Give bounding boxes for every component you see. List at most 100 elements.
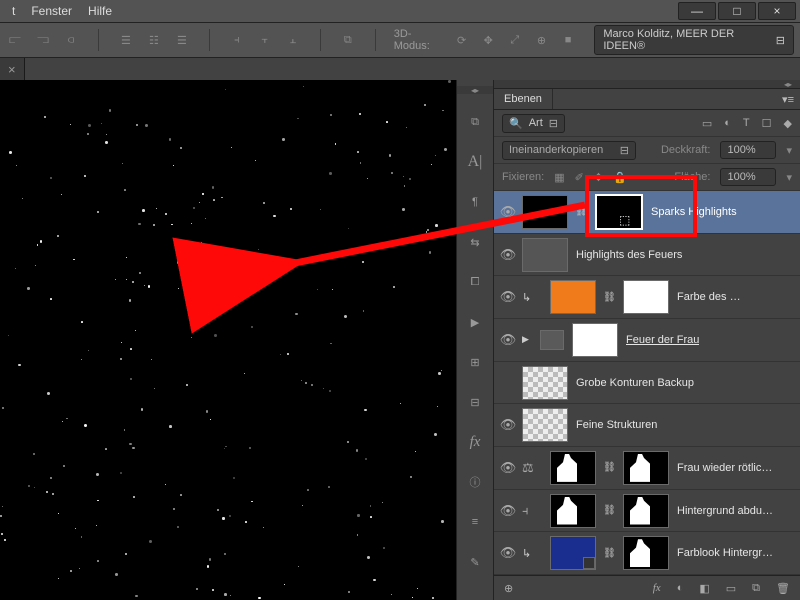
navigator-panel-icon[interactable]: ⧠	[463, 270, 487, 294]
mask-icon[interactable]: ◐	[677, 582, 684, 594]
layer-filter-icons[interactable]: ▭ ◐ T ☐ ◆	[702, 117, 792, 130]
mask-thumbnail[interactable]	[623, 280, 669, 314]
3d-icon[interactable]: ✥	[480, 31, 497, 49]
layer-row[interactable]: 👁 ⛓ ⬚ Sparks Highlights	[494, 191, 800, 234]
mask-thumbnail[interactable]	[623, 494, 669, 528]
layer-thumbnail[interactable]	[522, 366, 568, 400]
layer-thumbnail[interactable]	[522, 195, 568, 229]
delete-layer-icon[interactable]: 🗑	[776, 582, 790, 595]
layer-name[interactable]: Farbe des …	[677, 291, 741, 303]
3d-icon[interactable]: ⟳	[453, 31, 470, 49]
brush-panel-icon[interactable]: ✎	[463, 550, 487, 574]
menu-item[interactable]: t	[4, 4, 23, 18]
mask-link-icon[interactable]: ⛓	[576, 206, 587, 218]
3d-icon[interactable]: ⊕	[533, 31, 550, 49]
layer-row[interactable]: 👁Highlights des Feuers	[494, 234, 800, 277]
filter-type-icon[interactable]: T	[743, 117, 750, 130]
layer-thumbnail[interactable]	[550, 494, 596, 528]
maximize-button[interactable]: □	[718, 2, 756, 20]
layer-name[interactable]: Farblook Hintergr…	[677, 547, 773, 559]
filter-type-icon[interactable]: ▭	[702, 117, 712, 130]
info-panel-icon[interactable]: ⓘ	[463, 470, 487, 494]
panel-tab-layers[interactable]: Ebenen	[494, 89, 553, 109]
distribute-icon[interactable]: ☰	[117, 31, 135, 49]
layer-row[interactable]: 👁⫞⛓Hintergrund abdu…	[494, 490, 800, 533]
canvas[interactable]	[0, 80, 456, 600]
layer-name[interactable]: Hintergrund abdu…	[677, 505, 773, 517]
group-icon[interactable]: ▭	[726, 582, 736, 595]
workspace-selector[interactable]: Marco Kolditz, MEER DER IDEEN®⊟	[594, 25, 794, 55]
layer-thumbnail[interactable]	[550, 536, 596, 570]
align-icon[interactable]: ⫍	[6, 31, 24, 49]
filter-type-icon[interactable]: ☐	[762, 117, 772, 130]
layer-row[interactable]: 👁↳⛓Farblook Hintergr…	[494, 532, 800, 575]
color-panel-icon[interactable]: ⊟	[463, 390, 487, 414]
link-layers-icon[interactable]: ⊕	[504, 582, 513, 595]
layer-name[interactable]: Frau wieder rötlic…	[677, 462, 772, 474]
document-tab[interactable]: ×	[0, 58, 25, 80]
layer-row[interactable]: 👁↳⛓Farbe des …	[494, 276, 800, 319]
3d-icon[interactable]: ■	[560, 31, 577, 49]
layer-filter-type[interactable]: 🔍Art⊟	[502, 114, 565, 133]
paragraph-panel-icon[interactable]: ¶	[463, 190, 487, 214]
collapse-handle[interactable]: ◂▸	[457, 86, 493, 94]
mask-link-icon[interactable]: ⛓	[604, 462, 615, 474]
layer-thumbnail[interactable]	[572, 323, 618, 357]
filter-type-icon[interactable]: ◆	[784, 117, 792, 130]
layer-name[interactable]: Highlights des Feuers	[576, 249, 682, 261]
measurement-panel-icon[interactable]: ⇆	[463, 230, 487, 254]
panel-menu-icon[interactable]: ▾≡	[776, 93, 800, 106]
distribute-icon[interactable]: ☰	[173, 31, 191, 49]
blend-mode-select[interactable]: Ineinanderkopieren⊟	[502, 141, 636, 160]
history-panel-icon[interactable]: ⧉	[463, 110, 487, 134]
auto-align-icon[interactable]: ⧉	[339, 31, 357, 49]
fx-icon[interactable]: fx	[653, 582, 661, 594]
menu-item-window[interactable]: Fenster	[23, 4, 80, 18]
mask-thumbnail[interactable]	[623, 451, 669, 485]
minimize-button[interactable]: —	[678, 2, 716, 20]
lock-transparency-icon[interactable]: ▦	[554, 171, 564, 184]
expand-caret[interactable]: ▶	[522, 334, 532, 345]
layer-thumbnail[interactable]	[522, 408, 568, 442]
filter-type-icon[interactable]: ◐	[724, 117, 731, 130]
new-layer-icon[interactable]: ⧉	[752, 582, 760, 595]
close-tab-icon[interactable]: ×	[8, 62, 16, 77]
mask-thumbnail[interactable]: ⬚	[595, 194, 643, 230]
play-panel-icon[interactable]: ▶	[463, 310, 487, 334]
adjustment-icon[interactable]: ◧	[699, 582, 709, 595]
layer-name[interactable]: Feine Strukturen	[576, 419, 657, 431]
align-icon[interactable]: ⫎	[34, 31, 52, 49]
distribute-icon[interactable]: ⫟	[256, 31, 274, 49]
character-panel-icon[interactable]: A|	[463, 150, 487, 174]
visibility-toggle[interactable]: 👁	[494, 332, 522, 348]
canvas-area[interactable]	[0, 80, 456, 600]
mask-link-icon[interactable]: ⛓	[604, 505, 615, 517]
visibility-toggle[interactable]: 👁	[494, 460, 522, 476]
styles-panel-icon[interactable]: fx	[463, 430, 487, 454]
visibility-toggle[interactable]: 👁	[494, 417, 522, 433]
collapse-handle[interactable]: ◂▸	[494, 80, 800, 89]
distribute-icon[interactable]: ☷	[145, 31, 163, 49]
layer-name[interactable]: Feuer der Frau	[626, 334, 699, 346]
layer-row[interactable]: 👁 Feine Strukturen	[494, 404, 800, 447]
layer-name[interactable]: Sparks Highlights	[651, 206, 737, 218]
mask-link-icon[interactable]: ⛓	[604, 291, 615, 303]
distribute-icon[interactable]: ⫞	[228, 31, 246, 49]
layer-thumbnail[interactable]	[550, 451, 596, 485]
lock-all-icon[interactable]: 🔒	[613, 171, 627, 184]
visibility-toggle[interactable]: 👁	[494, 204, 522, 220]
lock-pixels-icon[interactable]: ✐	[575, 171, 584, 184]
align-icon[interactable]: ⫏	[62, 31, 80, 49]
visibility-toggle[interactable]: 👁	[494, 545, 522, 561]
swatches-panel-icon[interactable]: ⊞	[463, 350, 487, 374]
visibility-toggle[interactable]: 👁	[494, 289, 522, 305]
lock-position-icon[interactable]: ✥	[594, 171, 603, 184]
mask-thumbnail[interactable]	[623, 536, 669, 570]
opacity-input[interactable]: 100%	[720, 141, 776, 159]
distribute-icon[interactable]: ⫠	[284, 31, 302, 49]
properties-panel-icon[interactable]: ≡	[463, 510, 487, 534]
layer-row[interactable]: Grobe Konturen Backup	[494, 362, 800, 405]
visibility-toggle[interactable]: 👁	[494, 503, 522, 519]
layer-thumbnail[interactable]	[522, 238, 568, 272]
menu-item-help[interactable]: Hilfe	[80, 4, 120, 18]
